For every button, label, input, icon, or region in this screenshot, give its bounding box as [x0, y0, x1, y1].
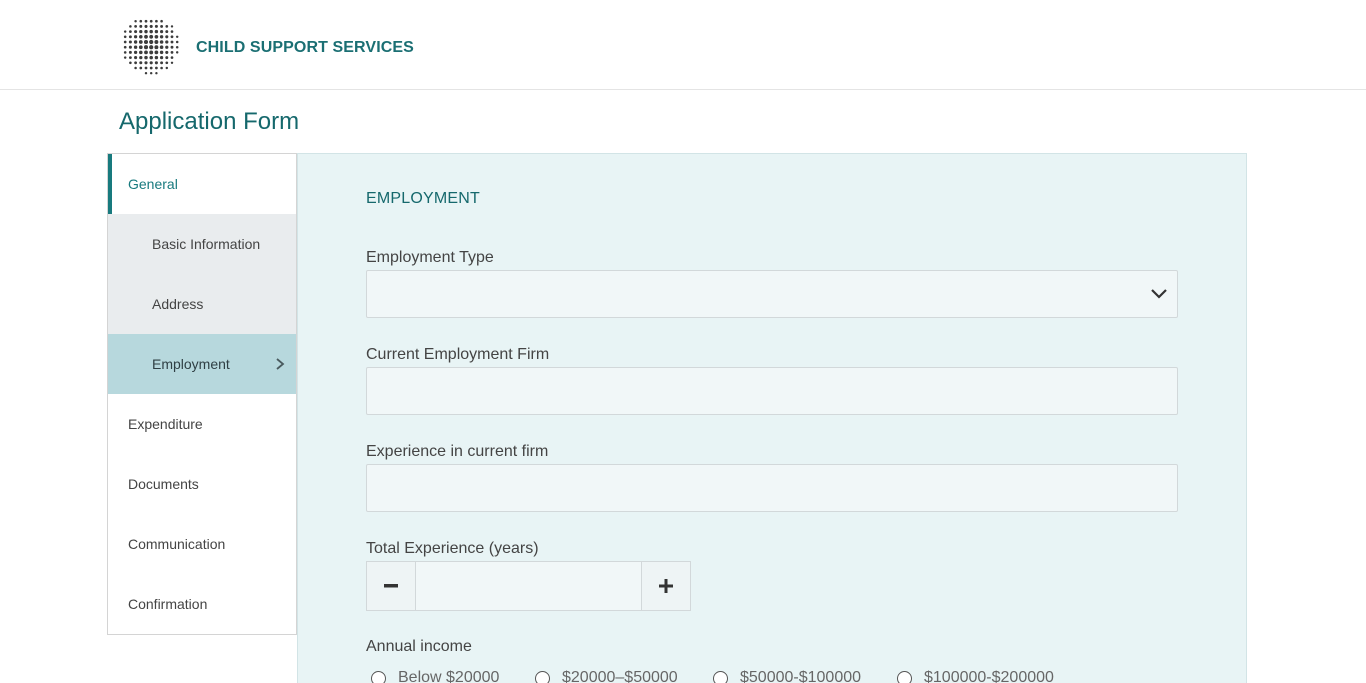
chevron-down-icon: [1151, 289, 1167, 299]
nav-item-communication[interactable]: Communication: [108, 514, 296, 574]
site-header: CHILD SUPPORT SERVICES: [0, 0, 1366, 90]
form-section-nav: General Basic Information Address Employ…: [107, 153, 297, 635]
nav-item-expenditure[interactable]: Expenditure: [108, 394, 296, 454]
nav-item-label: Address: [152, 296, 204, 312]
radio-label: $20000–$50000: [562, 669, 678, 683]
income-option-100000-200000[interactable]: $100000-$200000: [897, 669, 1054, 683]
annual-income-label: Annual income: [366, 638, 472, 655]
income-option-20000-50000[interactable]: $20000–$50000: [535, 669, 678, 683]
nav-item-general[interactable]: General: [108, 154, 296, 214]
dotted-sphere-logo[interactable]: [118, 14, 182, 76]
brand-name[interactable]: CHILD SUPPORT SERVICES: [196, 39, 414, 57]
increment-button[interactable]: [641, 561, 691, 611]
total-experience-stepper: [366, 561, 691, 611]
nav-item-employment[interactable]: Employment: [108, 334, 296, 394]
nav-item-label: Employment: [152, 356, 230, 372]
experience-current-input[interactable]: [366, 464, 1178, 512]
nav-item-label: Confirmation: [128, 596, 208, 612]
nav-item-label: Documents: [128, 476, 199, 492]
decrement-button[interactable]: [366, 561, 416, 611]
employment-type-select[interactable]: [366, 270, 1178, 318]
page-title: Application Form: [119, 108, 300, 135]
nav-item-documents[interactable]: Documents: [108, 454, 296, 514]
radio-circle-icon: [371, 670, 386, 683]
employment-type-label: Employment Type: [366, 249, 494, 266]
income-option-below-20000[interactable]: Below $20000: [371, 669, 499, 683]
nav-item-label: Basic Information: [152, 236, 261, 252]
radio-label: $50000-$100000: [740, 669, 862, 683]
minus-icon: [384, 584, 398, 588]
chevron-right-icon: [276, 358, 285, 370]
current-firm-label: Current Employment Firm: [366, 346, 550, 363]
nav-item-label: General: [128, 176, 178, 192]
total-experience-input[interactable]: [415, 561, 642, 611]
nav-item-basic-information[interactable]: Basic Information: [108, 214, 296, 274]
nav-item-label: Expenditure: [128, 416, 203, 432]
nav-item-label: Communication: [128, 536, 226, 552]
employment-form-panel: EMPLOYMENT Employment Type Current Emplo…: [297, 153, 1247, 683]
experience-current-label: Experience in current firm: [366, 443, 549, 460]
income-option-50000-100000[interactable]: $50000-$100000: [713, 669, 861, 683]
radio-label: Below $20000: [398, 669, 500, 683]
current-firm-input[interactable]: [366, 367, 1178, 415]
radio-circle-icon: [535, 670, 550, 683]
radio-label: $100000-$200000: [924, 669, 1054, 683]
nav-item-address[interactable]: Address: [108, 274, 296, 334]
nav-item-confirmation[interactable]: Confirmation: [108, 574, 296, 634]
total-experience-label: Total Experience (years): [366, 540, 539, 557]
radio-circle-icon: [897, 670, 912, 683]
plus-icon: [659, 579, 673, 593]
radio-circle-icon: [713, 670, 728, 683]
section-title: EMPLOYMENT: [366, 190, 481, 207]
